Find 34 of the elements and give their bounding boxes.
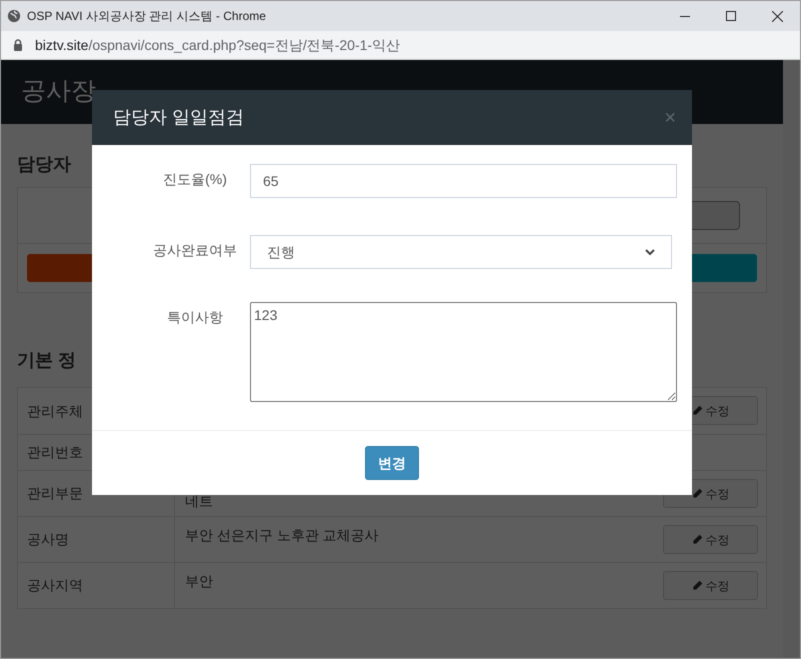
pencil-icon — [692, 405, 702, 416]
pencil-icon — [692, 488, 702, 499]
pencil-icon — [692, 580, 702, 591]
edit-button[interactable]: 수정 — [663, 571, 758, 600]
globe-icon — [7, 9, 21, 23]
pencil-icon — [692, 534, 702, 545]
section-title: 기본 정 — [17, 349, 78, 372]
field-label: 공사완료여부 — [152, 241, 238, 260]
row-value: 부안 — [185, 572, 213, 591]
row-label: 관리부문 — [27, 484, 83, 503]
field-label: 특이사항 — [166, 308, 224, 327]
field-label: 진도율(%) — [162, 170, 228, 189]
lock-icon — [13, 39, 23, 51]
notes-textarea[interactable]: 123 — [250, 302, 677, 402]
chevron-down-icon — [645, 248, 655, 256]
window-title: OSP NAVI 사외공사장 관리 시스템 - Chrome — [27, 8, 266, 25]
row-label: 관리번호 — [27, 443, 83, 462]
close-button[interactable]: × — [664, 108, 676, 128]
row-label: 공사명 — [27, 530, 69, 549]
page-title: 공사장 — [21, 76, 96, 108]
url-text[interactable]: biztv.site/ospnavi/cons_card.php?seq=전남/전북-20-1-익산 — [35, 34, 400, 56]
section-title: 담당자 — [17, 153, 72, 176]
row-value: 네트 — [185, 492, 213, 511]
row-value: 부안 선은지구 노후관 교체공사 — [185, 526, 379, 545]
edit-button[interactable]: 수정 — [663, 525, 758, 554]
row-label: 공사지역 — [27, 576, 83, 595]
progress-input-field[interactable]: 65 — [250, 164, 677, 198]
submit-button[interactable]: 변경 — [365, 446, 419, 480]
maximize-icon — [726, 11, 736, 21]
row-label: 관리주체 — [27, 402, 83, 420]
modal-title: 담당자 일일점검 — [113, 106, 244, 129]
status-select[interactable]: 진행 — [250, 235, 672, 269]
scrollbar[interactable] — [783, 60, 800, 658]
close-icon — [772, 10, 782, 22]
